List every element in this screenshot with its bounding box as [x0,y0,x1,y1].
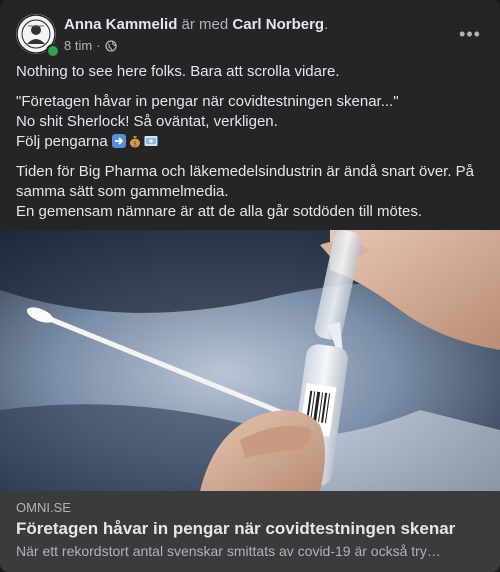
link-description: När ett rekordstort antal svenskar smitt… [16,543,441,559]
post-text: Nothing to see here folks. Bara att scro… [16,62,488,232]
online-status-dot [46,44,60,58]
post-line: En gemensam nämnare är att de alla går s… [16,203,423,220]
author-name[interactable]: Anna Kammelid [64,16,177,33]
globe-icon [104,39,117,52]
post-meta: 8 tim · [64,38,117,53]
post-time[interactable]: 8 tim [64,38,92,53]
post-paragraph-1: Nothing to see here folks. Bara att scro… [16,62,488,82]
post-line: Följ pengarna [16,133,108,150]
link-domain: OMNI.SE [16,500,71,515]
with-text: är med [181,16,229,33]
article-photo[interactable] [0,230,500,491]
meta-separator: · [96,38,101,53]
link-preview[interactable]: OMNI.SE Företagen håvar in pengar när co… [0,491,500,572]
link-title[interactable]: Företagen håvar in pengar när covidtestn… [16,519,455,539]
post-line: Nothing to see here folks. Bara att scro… [16,63,340,80]
post-line: Tiden för Big Pharma och läkemedelsindus… [16,163,475,180]
period-text: . [324,16,329,33]
money-icon [144,136,158,146]
author-line: Anna Kammelid är med Carl Norberg. [64,15,328,34]
post-card: Anna Kammelid är med Carl Norberg. 8 tim… [0,0,500,572]
post-paragraph-3: Tiden för Big Pharma och läkemedelsindus… [16,162,488,222]
post-line: samma sätt som gammelmedia. [16,183,229,200]
arrow-right-icon [111,134,126,148]
more-options-label: ••• [459,23,481,44]
more-options-icon[interactable]: ••• [456,20,484,48]
post-paragraph-2: "Företagen håvar in pengar när covidtest… [16,92,488,152]
post-line: "Företagen håvar in pengar när covidtest… [16,93,399,110]
money-bag-icon: $ [129,136,140,148]
post-header: Anna Kammelid är med Carl Norberg. 8 tim… [16,12,484,58]
covid-test-photo [0,230,500,491]
tagged-name[interactable]: Carl Norberg [232,16,324,33]
svg-text:$: $ [133,141,137,148]
post-line: No shit Sherlock! Så oväntat, verkligen. [16,113,278,130]
